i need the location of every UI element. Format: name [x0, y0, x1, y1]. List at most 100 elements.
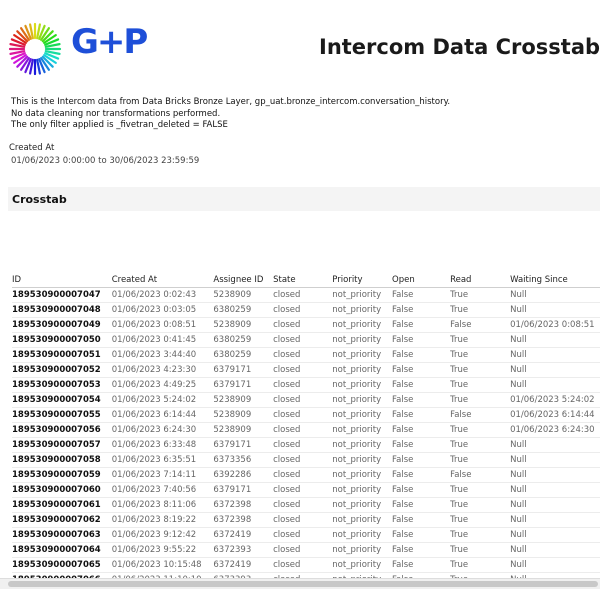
table-cell: 6379171 — [213, 437, 274, 453]
table-row[interactable]: 189530900007060 01/06/2023 7:40:56 6379171… — [12, 482, 600, 498]
table-cell: 189530900007059 — [12, 467, 112, 483]
table-row[interactable]: 189530900007051 01/06/2023 3:44:40 6380259… — [12, 347, 600, 363]
table-cell: 01/06/2023 0:08:51 — [510, 317, 600, 333]
table-cell: 189530900007056 — [12, 422, 112, 438]
table-row[interactable]: 189530900007047 01/06/2023 0:02:43 5238909… — [12, 287, 600, 303]
table-row[interactable]: 189530900007058 01/06/2023 6:35:51 6373356… — [12, 452, 600, 468]
table-row[interactable]: 189530900007049 01/06/2023 0:08:51 5238909… — [12, 317, 600, 333]
table-cell: closed — [273, 497, 333, 513]
table-row[interactable]: 189530900007061 01/06/2023 8:11:06 6372398… — [12, 497, 600, 513]
table-cell: 189530900007058 — [12, 452, 112, 468]
column-header[interactable]: Read — [450, 272, 511, 288]
table-cell: 189530900007054 — [12, 392, 112, 408]
table-cell: 5238909 — [213, 407, 274, 423]
table-cell: 189530900007061 — [12, 497, 112, 513]
table-cell: closed — [273, 482, 333, 498]
scrollbar-thumb[interactable] — [8, 581, 598, 587]
table-cell: 01/06/2023 0:03:05 — [111, 302, 214, 318]
table-cell: False — [392, 392, 451, 408]
table-cell: not_priority — [332, 332, 393, 348]
table-row[interactable]: 189530900007054 01/06/2023 5:24:02 5238909… — [12, 392, 600, 408]
table-cell: not_priority — [332, 512, 393, 528]
table-row[interactable]: 189530900007048 01/06/2023 0:03:05 6380259… — [12, 302, 600, 318]
table-row[interactable]: 189530900007064 01/06/2023 9:55:22 6372393… — [12, 542, 600, 558]
column-header[interactable]: ID — [12, 272, 112, 288]
table-cell: Null — [510, 377, 600, 393]
table-cell: 189530900007049 — [12, 317, 112, 333]
crosstab-table-viewport[interactable]: ID Created At Assignee ID State Priority Open… — [0, 272, 600, 578]
table-cell: False — [392, 437, 451, 453]
column-header[interactable]: Waiting Since — [510, 272, 600, 288]
table-row[interactable]: 189530900007053 01/06/2023 4:49:25 6379171… — [12, 377, 600, 393]
table-row[interactable]: 189530900007063 01/06/2023 9:12:42 6372419… — [12, 527, 600, 543]
table-cell: not_priority — [332, 422, 393, 438]
table-cell: Null — [510, 512, 600, 528]
table-cell: closed — [273, 542, 333, 558]
table-cell: 01/06/2023 5:24:02 — [510, 392, 600, 408]
table-cell: True — [450, 482, 511, 498]
table-cell: not_priority — [332, 437, 393, 453]
crosstab-table: ID Created At Assignee ID State Priority Open… — [12, 272, 600, 578]
table-cell: closed — [273, 557, 333, 573]
horizontal-scrollbar[interactable] — [0, 578, 600, 589]
table-cell: 01/06/2023 5:24:02 — [111, 392, 214, 408]
date-range-filter[interactable]: 01/06/2023 0:00:00 to 30/06/2023 23:59:5… — [11, 156, 199, 166]
table-cell: not_priority — [332, 542, 393, 558]
table-cell: False — [392, 407, 451, 423]
table-cell: not_priority — [332, 317, 393, 333]
column-header[interactable]: Assignee ID — [213, 272, 274, 288]
table-row[interactable]: 189530900007056 01/06/2023 6:24:30 5238909… — [12, 422, 600, 438]
table-cell: 5238909 — [213, 287, 274, 303]
table-cell: 01/06/2023 8:19:22 — [111, 512, 214, 528]
table-cell: closed — [273, 422, 333, 438]
table-cell: False — [392, 557, 451, 573]
table-cell: 01/06/2023 10:15:48 — [111, 557, 214, 573]
table-cell: Null — [510, 497, 600, 513]
table-cell: Null — [510, 347, 600, 363]
table-cell: True — [450, 542, 511, 558]
description-line: The only filter applied is _fivetran_del… — [11, 120, 228, 130]
table-cell: True — [450, 377, 511, 393]
table-cell: True — [450, 362, 511, 378]
sunburst-logo-icon — [8, 22, 62, 76]
table-cell: Null — [510, 557, 600, 573]
table-cell: 189530900007048 — [12, 302, 112, 318]
table-cell: False — [392, 287, 451, 303]
table-row[interactable]: 189530900007052 01/06/2023 4:23:30 6379171… — [12, 362, 600, 378]
table-cell: True — [450, 422, 511, 438]
table-cell: True — [450, 497, 511, 513]
column-header[interactable]: Created At — [111, 272, 214, 288]
table-cell: 6392286 — [213, 467, 274, 483]
table-cell: False — [450, 407, 511, 423]
crosstab-section-header: Crosstab — [8, 187, 600, 211]
column-header[interactable]: Open — [392, 272, 451, 288]
table-cell: not_priority — [332, 302, 393, 318]
table-cell: 01/06/2023 6:24:30 — [111, 422, 214, 438]
table-row[interactable]: 189530900007059 01/06/2023 7:14:11 6392286… — [12, 467, 600, 483]
table-cell: Null — [510, 302, 600, 318]
table-cell: 01/06/2023 7:14:11 — [111, 467, 214, 483]
table-cell: False — [392, 452, 451, 468]
filter-label: Created At — [9, 143, 55, 153]
table-cell: Null — [510, 362, 600, 378]
column-header[interactable]: Priority — [332, 272, 393, 288]
table-cell: closed — [273, 287, 333, 303]
table-cell: Null — [510, 467, 600, 483]
table-cell: 6372398 — [213, 497, 274, 513]
table-cell: False — [392, 542, 451, 558]
table-cell: closed — [273, 362, 333, 378]
table-cell: 01/06/2023 8:11:06 — [111, 497, 214, 513]
table-cell: Null — [510, 542, 600, 558]
column-header[interactable]: State — [273, 272, 333, 288]
table-row[interactable]: 189530900007057 01/06/2023 6:33:48 6379171… — [12, 437, 600, 453]
table-row[interactable]: 189530900007055 01/06/2023 6:14:44 5238909… — [12, 407, 600, 423]
table-cell: True — [450, 392, 511, 408]
table-cell: True — [450, 437, 511, 453]
table-cell: not_priority — [332, 482, 393, 498]
table-cell: 6380259 — [213, 332, 274, 348]
table-row[interactable]: 189530900007065 01/06/2023 10:15:48 637241… — [12, 557, 600, 573]
table-row[interactable]: 189530900007050 01/06/2023 0:41:45 6380259… — [12, 332, 600, 348]
table-cell: False — [392, 317, 451, 333]
table-row[interactable]: 189530900007062 01/06/2023 8:19:22 6372398… — [12, 512, 600, 528]
table-cell: False — [392, 512, 451, 528]
